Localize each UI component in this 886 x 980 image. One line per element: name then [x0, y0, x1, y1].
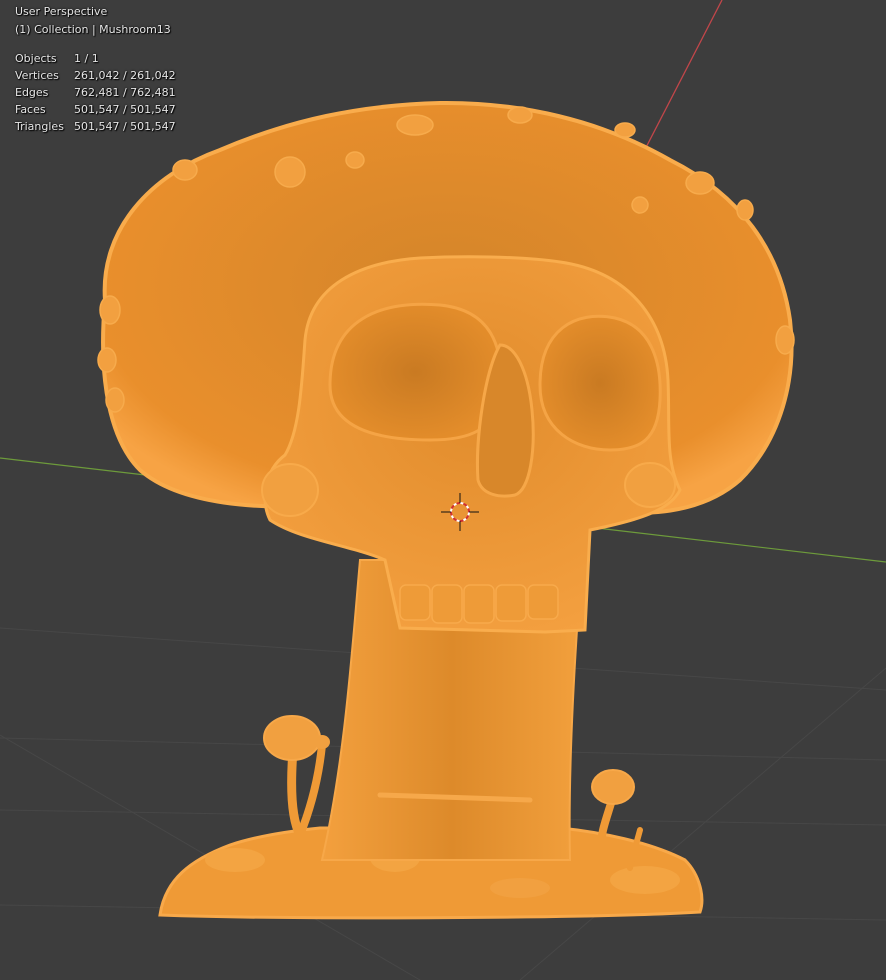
stat-value: 1 / 1: [74, 52, 99, 65]
collection-info: (1) Collection | Mushroom13: [15, 23, 171, 36]
scene-canvas[interactable]: [0, 0, 886, 980]
stat-triangles: Triangles 501,547 / 501,547: [15, 118, 176, 135]
stat-vertices: Vertices 261,042 / 261,042: [15, 67, 176, 84]
stat-label: Edges: [15, 86, 49, 99]
stat-value: 762,481 / 762,481: [74, 86, 176, 99]
stat-faces: Faces 501,547 / 501,547: [15, 101, 176, 118]
stat-value: 261,042 / 261,042: [74, 69, 176, 82]
mushroom-object: [97, 100, 795, 920]
left-eye-socket: [328, 302, 503, 442]
stat-edges: Edges 762,481 / 762,481: [15, 84, 176, 101]
viewport-info-overlay: User Perspective (1) Collection | Mushro…: [15, 3, 176, 135]
view-name: User Perspective: [15, 5, 108, 18]
stat-label: Triangles: [15, 120, 64, 133]
right-eye-socket: [538, 314, 662, 452]
stat-label: Objects: [15, 52, 57, 65]
stat-value: 501,547 / 501,547: [74, 103, 176, 116]
stat-value: 501,547 / 501,547: [74, 120, 176, 133]
3d-viewport[interactable]: User Perspective (1) Collection | Mushro…: [0, 0, 886, 980]
stat-objects: Objects 1 / 1: [15, 50, 176, 67]
stat-label: Faces: [15, 103, 46, 116]
stat-label: Vertices: [15, 69, 59, 82]
scene-statistics: Objects 1 / 1 Vertices 261,042 / 261,042…: [15, 50, 176, 135]
